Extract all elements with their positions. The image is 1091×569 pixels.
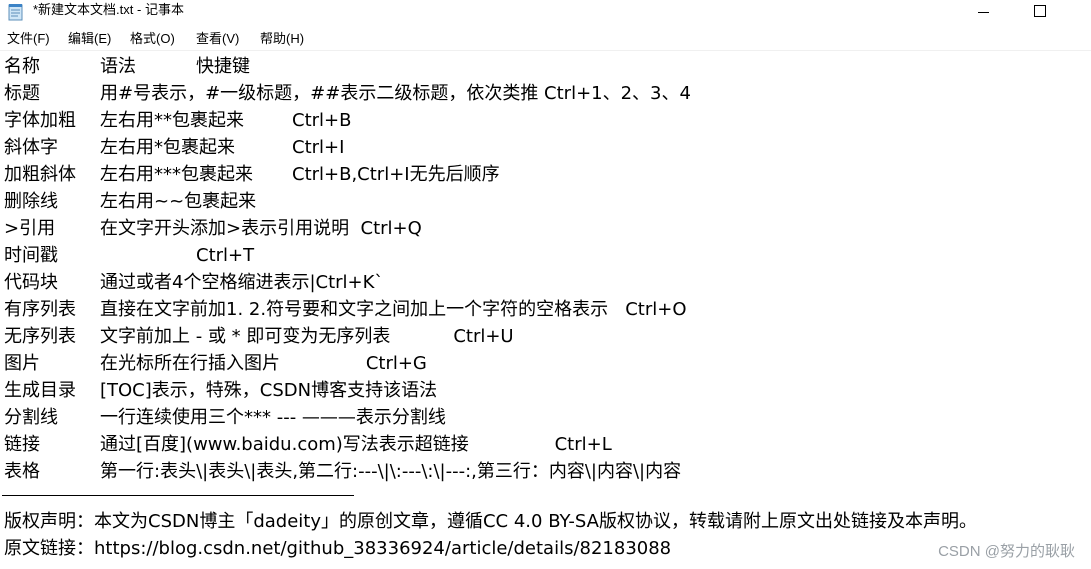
menu-view[interactable]: 查看(V): [196, 30, 239, 48]
line-name: 名称: [4, 56, 40, 77]
line-shortcut: Ctrl+B,Ctrl+I无先后顺序: [292, 164, 500, 185]
title-bar: *新建文本文档.txt - 记事本: [0, 0, 1091, 26]
notepad-icon: [8, 4, 23, 21]
copyright-line: 版权声明：本文为CSDN博主「dadeity」的原创文章，遵循CC 4.0 BY…: [4, 511, 977, 532]
line-syntax: [TOC]表示，特殊，CSDN博客支持该语法: [100, 380, 438, 401]
minimize-icon: [977, 11, 989, 13]
line-syntax: 一行连续使用三个*** --- ———表示分割线: [100, 407, 446, 428]
maximize-button[interactable]: [1017, 0, 1063, 22]
line-name: 字体加粗: [4, 110, 76, 131]
menu-bar: 文件(F) 编辑(E) 格式(O) 查看(V) 帮助(H): [0, 27, 1091, 51]
line-name: 有序列表: [4, 299, 76, 320]
line-name: 图片: [4, 353, 40, 374]
line-syntax: 文字前加上 - 或 * 即可变为无序列表 Ctrl+U: [100, 326, 514, 347]
line-name: 标题: [4, 83, 40, 104]
text-editor[interactable]: 名称 语法 快捷键标题 用#号表示，#一级标题，##表示二级标题，依次类推 Ctrl+…: [0, 51, 1091, 569]
line-shortcut: Ctrl+T: [196, 245, 255, 266]
line-syntax: 左右用**包裹起来: [100, 110, 244, 131]
line-name: 表格: [4, 461, 40, 482]
menu-format[interactable]: 格式(O): [130, 30, 175, 48]
maximize-icon: [1034, 5, 1046, 17]
minimize-button[interactable]: [960, 0, 1006, 22]
line-syntax: 通过[百度](www.baidu.com)写法表示超链接 Ctrl+L: [100, 434, 612, 455]
csdn-watermark: CSDN @努力的耿耿: [938, 543, 1075, 560]
line-name: 时间戳: [4, 245, 58, 266]
line-name: 生成目录: [4, 380, 76, 401]
line-name: 链接: [4, 434, 40, 455]
line-name: 删除线: [4, 191, 58, 212]
line-name: 加粗斜体: [4, 164, 76, 185]
separator-line: [2, 495, 354, 496]
line-syntax: 直接在文字前加1. 2.符号要和文字之间加上一个字符的空格表示 Ctrl+O: [100, 299, 687, 320]
menu-edit[interactable]: 编辑(E): [68, 30, 111, 48]
line-name: >引用: [4, 218, 56, 239]
line-syntax: 用#号表示，#一级标题，##表示二级标题，依次类推 Ctrl+1、2、3、4: [100, 83, 691, 104]
line-syntax: 通过或者4个空格缩进表示|Ctrl+K`: [100, 272, 384, 293]
line-syntax: 在文字开头添加>表示引用说明 Ctrl+Q: [100, 218, 422, 239]
line-syntax: 左右用*包裹起来: [100, 137, 235, 158]
line-name: 斜体字: [4, 137, 58, 158]
line-syntax: 第一行:表头\|表头\|表头,第二行:---\|\:---\:\|---:,第三…: [100, 461, 682, 482]
line-syntax: 语法: [100, 56, 136, 77]
menu-help[interactable]: 帮助(H): [260, 30, 304, 48]
source-link-line: 原文链接：https://blog.csdn.net/github_383369…: [4, 538, 672, 559]
line-syntax: 在光标所在行插入图片 Ctrl+G: [100, 353, 427, 374]
line-syntax: 左右用***包裹起来: [100, 164, 253, 185]
line-name: 分割线: [4, 407, 58, 428]
window-title: *新建文本文档.txt - 记事本: [33, 2, 184, 17]
line-name: 代码块: [4, 272, 58, 293]
line-shortcut: Ctrl+B: [292, 110, 352, 131]
menu-file[interactable]: 文件(F): [7, 30, 50, 48]
line-syntax: 左右用~~包裹起来: [100, 191, 257, 212]
line-name: 无序列表: [4, 326, 76, 347]
line-shortcut: 快捷键: [196, 56, 250, 77]
line-shortcut: Ctrl+I: [292, 137, 345, 158]
